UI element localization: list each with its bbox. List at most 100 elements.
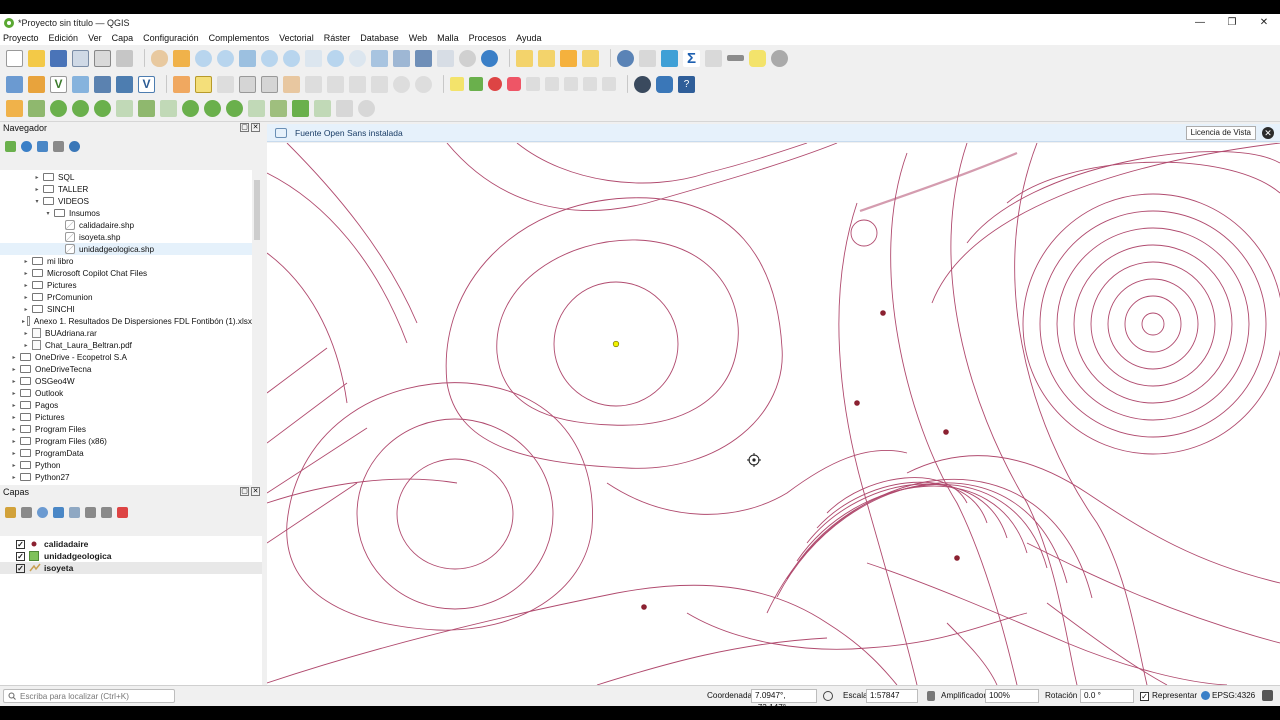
layer-visibility-checkbox[interactable]: ✓: [16, 539, 25, 549]
browser-item[interactable]: ▸ Python27: [0, 471, 252, 483]
delete-ring-icon[interactable]: [94, 100, 111, 117]
deselect-icon[interactable]: [560, 49, 577, 67]
add-mesh-layer-icon[interactable]: [94, 75, 111, 93]
browser-item[interactable]: isoyeta.shp: [0, 231, 252, 243]
air-quality-point[interactable]: [943, 429, 949, 435]
measure-icon[interactable]: [727, 55, 744, 61]
locator-bar[interactable]: Escriba para localizar (Ctrl+K): [3, 689, 175, 703]
collapsed-arrow-icon[interactable]: ▸: [22, 306, 30, 313]
show-bookmarks-icon[interactable]: [437, 49, 454, 67]
fill-ring-icon[interactable]: [72, 100, 89, 117]
toggle-editing-icon[interactable]: [195, 75, 212, 93]
merge-attributes-icon[interactable]: [270, 100, 287, 117]
collapsed-arrow-icon[interactable]: ▸: [10, 450, 18, 457]
air-quality-point[interactable]: [880, 310, 886, 316]
zoom-full-icon[interactable]: [239, 49, 256, 67]
remove-layer-icon[interactable]: [117, 506, 128, 518]
pan-hand-icon[interactable]: [151, 49, 168, 67]
expanded-arrow-icon[interactable]: ▾: [33, 198, 41, 205]
new-3d-view-icon[interactable]: [393, 49, 410, 67]
new-geopackage-icon[interactable]: [28, 75, 45, 93]
add-raster-layer-icon[interactable]: [72, 75, 89, 93]
menu-proyecto[interactable]: Proyecto: [3, 33, 39, 43]
browser-item[interactable]: calidadaire.shp: [0, 219, 252, 231]
filter-legend-icon[interactable]: [53, 506, 64, 518]
scale-combo[interactable]: 1:57847: [866, 689, 918, 703]
select-features-icon[interactable]: [516, 49, 533, 67]
browser-filter-icon[interactable]: [37, 140, 48, 152]
new-project-icon[interactable]: [6, 49, 23, 67]
print-layout-icon[interactable]: [94, 49, 111, 67]
maximize-button[interactable]: ❐: [1216, 14, 1248, 31]
attribute-table-icon[interactable]: [639, 49, 656, 67]
refresh-icon[interactable]: [481, 49, 498, 67]
label-properties-icon[interactable]: [602, 77, 616, 91]
zoom-last-icon[interactable]: [327, 49, 344, 67]
highlighted-point[interactable]: [612, 340, 620, 348]
trim-extend-icon[interactable]: [314, 100, 331, 117]
close-panel-icon[interactable]: ✕: [251, 487, 260, 496]
advanced-digitizing-icon[interactable]: [6, 100, 23, 117]
paste-features-icon[interactable]: [371, 75, 388, 93]
collapsed-arrow-icon[interactable]: ▸: [10, 366, 18, 373]
layer-visibility-checkbox[interactable]: ✓: [16, 563, 25, 573]
modify-attributes-icon[interactable]: [283, 75, 300, 93]
change-label-icon[interactable]: [564, 77, 578, 91]
zoom-next-icon[interactable]: [349, 49, 366, 67]
layer-row[interactable]: ✓ calidadaire: [0, 538, 262, 550]
browser-item[interactable]: ▸ Python: [0, 459, 252, 471]
air-quality-point[interactable]: [954, 555, 960, 561]
crs-globe-icon[interactable]: [1201, 691, 1210, 700]
collapsed-arrow-icon[interactable]: ▸: [10, 474, 18, 481]
collapsed-arrow-icon[interactable]: ▸: [22, 282, 30, 289]
python-console-icon[interactable]: [656, 75, 673, 93]
map-canvas[interactable]: [267, 143, 1280, 685]
zoom-out-icon[interactable]: [217, 49, 234, 67]
browser-item[interactable]: ▸ Chat_Laura_Beltran.pdf: [0, 339, 252, 351]
label-tool-icon[interactable]: [450, 77, 464, 91]
browser-item[interactable]: ▸ Pagos: [0, 399, 252, 411]
layer-row[interactable]: ✓ unidadgeologica: [0, 550, 262, 562]
menu-complementos[interactable]: Complementos: [209, 33, 270, 43]
air-quality-point[interactable]: [641, 604, 647, 610]
menu-vectorial[interactable]: Vectorial: [279, 33, 314, 43]
close-window-button[interactable]: ✕: [1248, 14, 1280, 31]
show-hide-labels-icon[interactable]: [583, 77, 597, 91]
browser-item[interactable]: ▸ SQL: [0, 171, 252, 183]
layer-visibility-checkbox[interactable]: ✓: [16, 551, 25, 561]
rotate-label-icon[interactable]: [545, 77, 559, 91]
open-project-icon[interactable]: [28, 49, 45, 67]
save-edits-icon[interactable]: [217, 75, 234, 93]
browser-vertical-scrollbar[interactable]: [252, 170, 262, 485]
collapsed-arrow-icon[interactable]: ▸: [10, 438, 18, 445]
zoom-layer-icon[interactable]: [283, 49, 300, 67]
layer-row[interactable]: ✓ isoyeta: [0, 562, 262, 574]
collapsed-arrow-icon[interactable]: ▸: [10, 462, 18, 469]
identify-icon[interactable]: [617, 49, 634, 67]
browser-item[interactable]: ▸ SINCHI: [0, 303, 252, 315]
temporal-controller-icon[interactable]: [459, 49, 476, 67]
collapsed-arrow-icon[interactable]: ▸: [33, 186, 41, 193]
manage-themes-icon[interactable]: [37, 506, 48, 518]
browser-item[interactable]: ▸ mi libro: [0, 255, 252, 267]
save-as-icon[interactable]: [72, 49, 89, 67]
data-source-manager-icon[interactable]: [6, 75, 23, 93]
float-panel-icon[interactable]: ▢: [240, 123, 249, 132]
statistics-sigma-icon[interactable]: Σ: [683, 49, 700, 67]
collapsed-arrow-icon[interactable]: ▸: [10, 402, 18, 409]
locator-search-icon[interactable]: [771, 49, 788, 67]
zoom-native-icon[interactable]: [305, 49, 322, 67]
coordinate-field[interactable]: 7.0947°, -73.147°: [751, 689, 817, 706]
expanded-arrow-icon[interactable]: ▾: [44, 210, 52, 217]
delete-part-icon[interactable]: [116, 100, 133, 117]
reverse-line-icon[interactable]: [336, 100, 353, 117]
browser-item[interactable]: ▸ PrComunion: [0, 291, 252, 303]
spatial-bookmark-icon[interactable]: [415, 49, 432, 67]
delete-selected-icon[interactable]: [305, 75, 322, 93]
diagram-tool-icon[interactable]: [469, 77, 483, 91]
close-message-icon[interactable]: ✕: [1262, 127, 1274, 139]
add-wfs-layer-icon[interactable]: V: [138, 75, 155, 93]
rotate-point-icon[interactable]: [292, 100, 309, 117]
collapsed-arrow-icon[interactable]: ▸: [22, 318, 25, 325]
merge-features-icon[interactable]: [248, 100, 265, 117]
